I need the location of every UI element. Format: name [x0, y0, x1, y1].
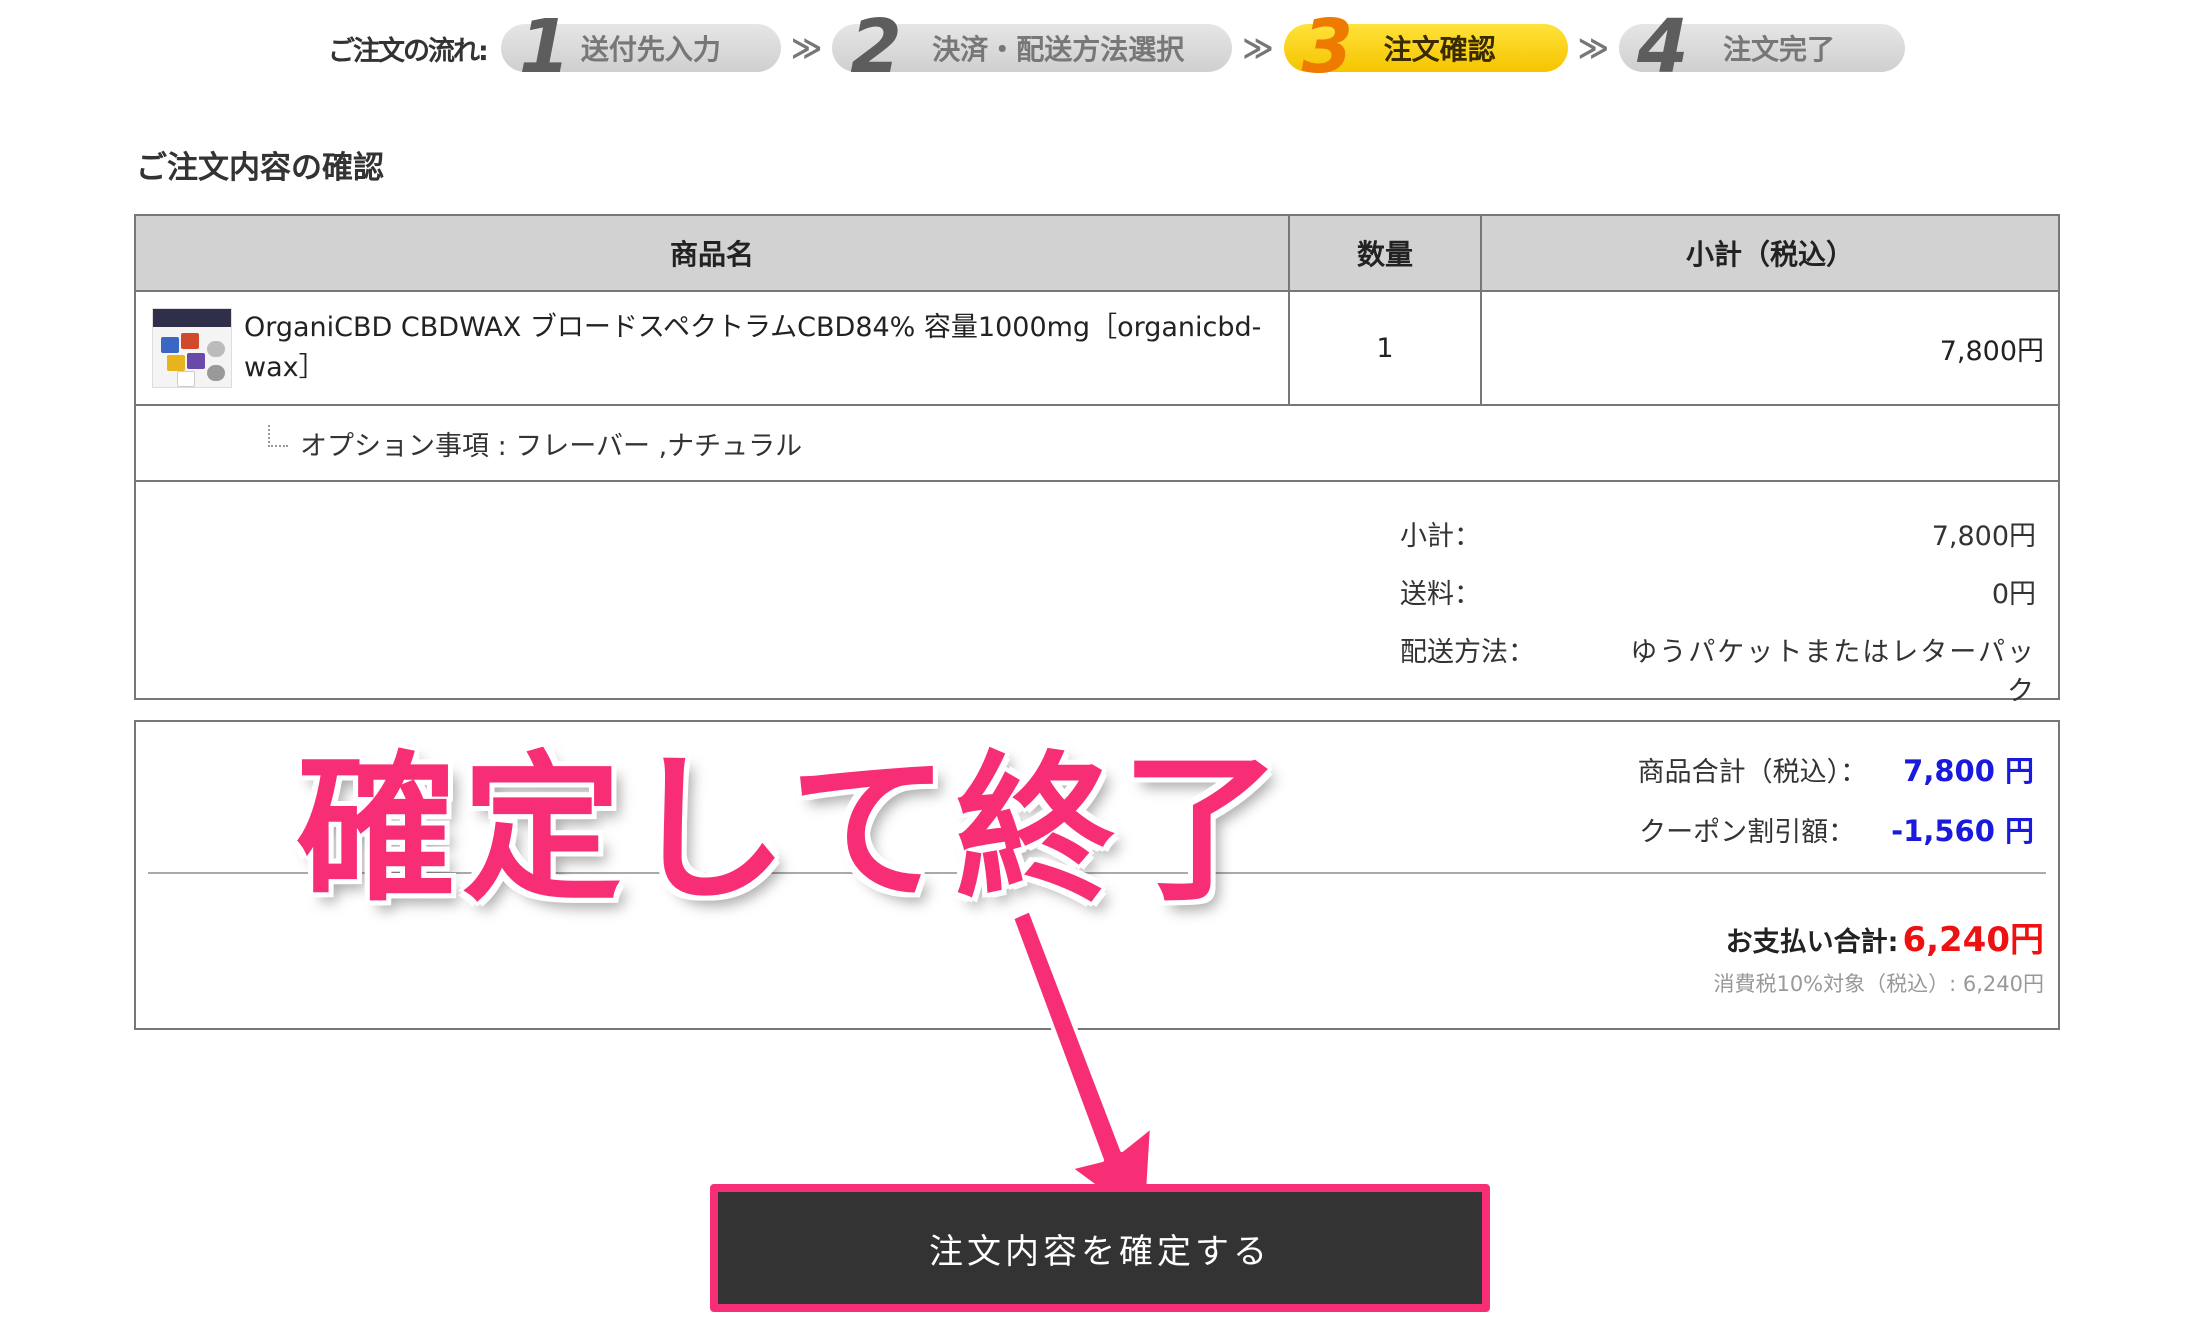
summary-subtotal-label: 小計：: [1400, 521, 1481, 552]
option-text: オプション事項 : フレーバー ,ナチュラル: [300, 430, 803, 462]
order-flow-steps: ご注文の流れ: 1 送付先入力 ≫ 2 決済・配送方法選択 ≫ 3 注文確認 ≫…: [328, 8, 1906, 88]
flow-step-1: 1 送付先入力: [500, 10, 781, 84]
summary-delivery-method: 配送方法： ゆうパケットまたはレターパック: [1400, 630, 2036, 708]
goods-total-label: 商品合計（税込）：: [1637, 757, 1868, 788]
flow-step-4-number: 4: [1637, 4, 1688, 90]
confirm-button-highlight: 注文内容を確定する: [710, 1184, 1490, 1312]
order-flow-label: ご注文の流れ:: [328, 35, 489, 67]
summary-shipping: 送料： 0円: [1400, 572, 2036, 611]
option-row: オプション事項 : フレーバー ,ナチュラル: [136, 406, 2058, 482]
payment-total-label: お支払い合計:: [1725, 927, 1899, 958]
flow-step-2-number: 2: [850, 4, 901, 90]
goods-total-value: 7,800 円: [1903, 754, 2034, 788]
flow-step-3: 3 注文確認: [1283, 10, 1568, 84]
header-quantity: 数量: [1290, 216, 1482, 290]
tree-branch-icon: [268, 425, 288, 447]
flow-step-1-number: 1: [518, 4, 570, 90]
coupon-discount-value: -1,560 円: [1891, 814, 2034, 848]
flow-separator-icon: ≫: [1577, 30, 1610, 66]
annotation-text: 確定して終了: [296, 736, 1288, 923]
product-cell: OrganiCBD CBDWAX ブロードスペクトラムCBD84% 容量1000…: [136, 292, 1290, 404]
product-name: OrganiCBD CBDWAX ブロードスペクトラムCBD84% 容量1000…: [244, 312, 1262, 383]
flow-step-3-number: 3: [1301, 4, 1353, 90]
coupon-discount: クーポン割引額： -1,560 円: [1639, 808, 2034, 850]
product-subtotal: 7,800円: [1939, 335, 2044, 367]
table-row: OrganiCBD CBDWAX ブロードスペクトラムCBD84% 容量1000…: [136, 292, 2058, 406]
page-title: ご注文内容の確認: [136, 150, 384, 186]
product-thumbnail: [152, 308, 232, 388]
goods-total: 商品合計（税込）： 7,800 円: [1638, 748, 2034, 790]
coupon-discount-label: クーポン割引額：: [1639, 817, 1856, 848]
payment-total-value: 6,240円: [1902, 920, 2044, 960]
flow-separator-icon: ≫: [1242, 30, 1274, 66]
payment-total: お支払い合計: 6,240円: [1726, 912, 2044, 961]
summary-subtotal-value: 7,800円: [1931, 521, 2036, 552]
summary-method-label: 配送方法：: [1400, 637, 1535, 668]
flow-step-4-label: 注文完了: [1723, 33, 1836, 66]
flow-step-3-label: 注文確認: [1383, 33, 1496, 66]
flow-step-2: 2 決済・配送方法選択: [832, 10, 1233, 84]
summary-subtotal: 小計： 7,800円: [1400, 514, 2036, 553]
flow-step-4: 4 注文完了: [1619, 10, 1906, 84]
flow-step-2-label: 決済・配送方法選択: [932, 33, 1185, 66]
flow-separator-icon: ≫: [790, 30, 823, 66]
confirm-order-button[interactable]: 注文内容を確定する: [718, 1192, 1482, 1304]
summary-shipping-label: 送料：: [1400, 579, 1481, 610]
table-header-row: 商品名 数量 小計（税込）: [136, 216, 2058, 292]
header-product-name: 商品名: [136, 216, 1290, 290]
header-subtotal: 小計（税込）: [1685, 238, 1854, 271]
flow-step-1-label: 送付先入力: [580, 33, 721, 66]
tax-note: 消費税10%対象（税込）: 6,240円: [1713, 972, 2044, 996]
summary-shipping-value: 0円: [1991, 579, 2036, 610]
summary-method-value: ゆうパケットまたはレターパック: [1630, 637, 2036, 707]
product-quantity: 1: [1290, 292, 1482, 404]
order-items-table: 商品名 数量 小計（税込） OrganiCBD CBDWAX ブロードスペクトラ…: [134, 214, 2060, 707]
summary-row: 小計： 7,800円 送料： 0円 配送方法： ゆうパケットまたはレターパック: [136, 482, 2058, 707]
